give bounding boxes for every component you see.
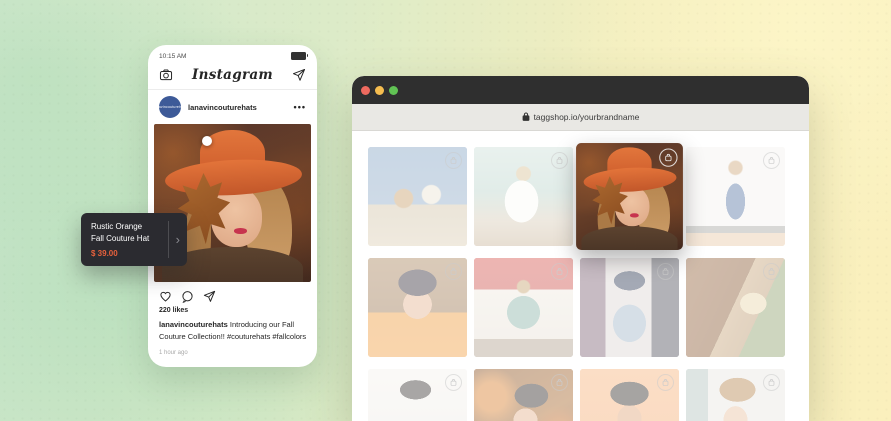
fade-overlay <box>368 258 467 357</box>
minimize-button[interactable] <box>375 86 384 95</box>
page-background: 10:15 AM Instagram lanavincouturehats la… <box>0 0 891 421</box>
fade-overlay <box>368 147 467 246</box>
instagram-logo: Instagram <box>192 67 273 83</box>
comment-icon[interactable] <box>181 290 194 303</box>
gallery-item-12[interactable] <box>686 369 785 421</box>
heart-icon[interactable] <box>159 290 172 303</box>
gallery-item-7[interactable] <box>580 258 679 357</box>
gallery-item-10[interactable] <box>474 369 573 421</box>
status-time: 10:15 AM <box>159 53 186 60</box>
gallery-item-3-highlighted[interactable] <box>576 143 683 250</box>
post-timestamp: 1 hour ago <box>148 343 317 356</box>
fade-overlay <box>580 258 679 357</box>
product-tag-side: › <box>168 221 187 258</box>
post-username[interactable]: lanavincouturehats <box>188 103 294 112</box>
battery-icon <box>291 52 306 60</box>
post-header: lanavincouturehats lanavincouturehats ••… <box>148 90 317 124</box>
fade-overlay <box>686 258 785 357</box>
fade-overlay <box>474 258 573 357</box>
gallery-item-5[interactable] <box>368 258 467 357</box>
gallery-page <box>352 131 809 421</box>
instagram-app-header: Instagram <box>148 63 317 90</box>
gallery-item-6[interactable] <box>474 258 573 357</box>
post-caption: lanavincouturehats Introducing our Fall … <box>148 314 318 343</box>
gallery-item-11[interactable] <box>580 369 679 421</box>
fade-overlay <box>580 369 679 421</box>
zoom-button[interactable] <box>389 86 398 95</box>
paper-plane-icon[interactable] <box>292 68 306 82</box>
likes-count[interactable]: 220 likes <box>148 307 317 314</box>
fade-overlay <box>368 369 467 421</box>
url-bar[interactable]: taggshop.io/yourbrandname <box>352 104 809 131</box>
gallery-item-8[interactable] <box>686 258 785 357</box>
fade-overlay <box>686 147 785 246</box>
ellipsis-icon[interactable]: ••• <box>294 102 306 112</box>
avatar[interactable]: lanavincouturehats <box>159 96 181 118</box>
post-actions <box>148 282 317 307</box>
fade-overlay <box>474 369 573 421</box>
close-button[interactable] <box>361 86 370 95</box>
fade-overlay <box>686 369 785 421</box>
phone-status-bar: 10:15 AM <box>148 45 317 63</box>
product-price: $ 39.00 <box>91 249 162 258</box>
caption-username[interactable]: lanavincouturehats <box>159 320 228 329</box>
phone-mockup: 10:15 AM Instagram lanavincouturehats la… <box>148 45 317 367</box>
shopping-bag-icon[interactable] <box>659 148 677 166</box>
product-tag-body: Rustic Orange Fall Couture Hat $ 39.00 <box>81 213 168 266</box>
gallery-item-9[interactable] <box>368 369 467 421</box>
fade-overlay <box>474 147 573 246</box>
product-tag-dot[interactable] <box>202 136 212 146</box>
product-title: Rustic Orange Fall Couture Hat <box>91 221 155 244</box>
browser-window: taggshop.io/yourbrandname <box>352 76 809 421</box>
gallery-item-1[interactable] <box>368 147 467 246</box>
browser-titlebar <box>352 76 809 104</box>
camera-icon[interactable] <box>159 68 173 82</box>
paper-plane-icon[interactable] <box>203 290 216 303</box>
gallery-item-2[interactable] <box>474 147 573 246</box>
gallery-grid <box>352 131 809 421</box>
product-tag-card[interactable]: Rustic Orange Fall Couture Hat $ 39.00 › <box>81 213 187 266</box>
chevron-right-icon[interactable]: › <box>176 233 180 246</box>
url-text: taggshop.io/yourbrandname <box>534 112 640 122</box>
gallery-item-4[interactable] <box>686 147 785 246</box>
lock-icon <box>522 108 530 126</box>
